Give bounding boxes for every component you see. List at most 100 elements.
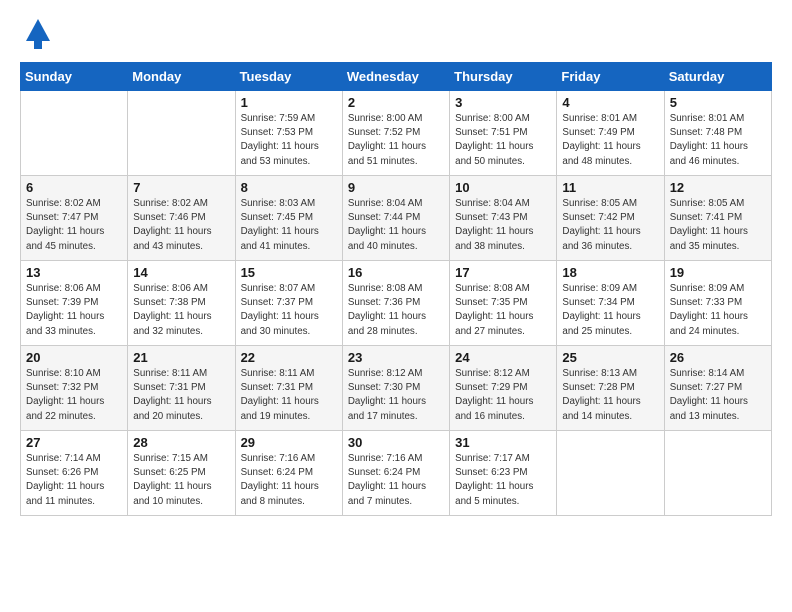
day-info: Sunrise: 8:09 AMSunset: 7:34 PMDaylight:… bbox=[562, 282, 658, 339]
day-number: 8 bbox=[241, 180, 337, 195]
page: SundayMondayTuesdayWednesdayThursdayFrid… bbox=[0, 0, 792, 526]
calendar-cell: 27Sunrise: 7:14 AMSunset: 6:26 PMDayligh… bbox=[21, 431, 128, 516]
calendar-cell: 20 Sunrise: 8:10 AMSunset: 7:32 PMDayligh… bbox=[21, 346, 128, 431]
day-info: Sunrise: 8:00 AMSunset: 7:52 PMDaylight:… bbox=[348, 112, 444, 169]
day-info: Sunrise: 8:01 AMSunset: 7:48 PMDaylight:… bbox=[670, 112, 766, 169]
calendar-cell: 8 Sunrise: 8:03 AMSunset: 7:45 PMDaylight… bbox=[235, 176, 342, 261]
logo bbox=[20, 16, 58, 52]
day-info: Sunrise: 8:08 AMSunset: 7:36 PMDaylight:… bbox=[348, 282, 444, 339]
day-info: Sunrise: 8:02 AMSunset: 7:47 PMDaylight:… bbox=[26, 197, 122, 254]
calendar-cell: 6Sunrise: 8:02 AMSunset: 7:47 PMDaylight… bbox=[21, 176, 128, 261]
day-number: 5 bbox=[670, 95, 766, 110]
weekday-header-wednesday: Wednesday bbox=[342, 63, 449, 91]
calendar-table: SundayMondayTuesdayWednesdayThursdayFrid… bbox=[20, 62, 772, 516]
calendar-cell bbox=[128, 91, 235, 176]
calendar-cell: 12Sunrise: 8:05 AMSunset: 7:41 PMDayligh… bbox=[664, 176, 771, 261]
calendar-cell bbox=[21, 91, 128, 176]
day-number: 2 bbox=[348, 95, 444, 110]
calendar-cell: 1 Sunrise: 7:59 AMSunset: 7:53 PMDaylight… bbox=[235, 91, 342, 176]
calendar-cell: 18 Sunrise: 8:09 AMSunset: 7:34 PMDayligh… bbox=[557, 261, 664, 346]
day-number: 7 bbox=[133, 180, 229, 195]
calendar-cell: 11Sunrise: 8:05 AMSunset: 7:42 PMDayligh… bbox=[557, 176, 664, 261]
calendar-week-2: 13Sunrise: 8:06 AMSunset: 7:39 PMDayligh… bbox=[21, 261, 772, 346]
calendar-cell: 13Sunrise: 8:06 AMSunset: 7:39 PMDayligh… bbox=[21, 261, 128, 346]
day-number: 16 bbox=[348, 265, 444, 280]
calendar-cell: 9 Sunrise: 8:04 AMSunset: 7:44 PMDaylight… bbox=[342, 176, 449, 261]
weekday-header-monday: Monday bbox=[128, 63, 235, 91]
day-number: 23 bbox=[348, 350, 444, 365]
day-info: Sunrise: 8:14 AMSunset: 7:27 PMDaylight:… bbox=[670, 367, 766, 424]
day-number: 21 bbox=[133, 350, 229, 365]
calendar-cell: 10Sunrise: 8:04 AMSunset: 7:43 PMDayligh… bbox=[450, 176, 557, 261]
day-info: Sunrise: 8:12 AMSunset: 7:29 PMDaylight:… bbox=[455, 367, 551, 424]
day-number: 4 bbox=[562, 95, 658, 110]
day-info: Sunrise: 8:03 AMSunset: 7:45 PMDaylight:… bbox=[241, 197, 337, 254]
day-number: 31 bbox=[455, 435, 551, 450]
day-number: 19 bbox=[670, 265, 766, 280]
day-number: 30 bbox=[348, 435, 444, 450]
day-info: Sunrise: 7:59 AMSunset: 7:53 PMDaylight:… bbox=[241, 112, 337, 169]
day-info: Sunrise: 8:11 AMSunset: 7:31 PMDaylight:… bbox=[241, 367, 337, 424]
calendar-cell: 26Sunrise: 8:14 AMSunset: 7:27 PMDayligh… bbox=[664, 346, 771, 431]
calendar-cell: 7 Sunrise: 8:02 AMSunset: 7:46 PMDaylight… bbox=[128, 176, 235, 261]
day-number: 14 bbox=[133, 265, 229, 280]
day-info: Sunrise: 8:08 AMSunset: 7:35 PMDaylight:… bbox=[455, 282, 551, 339]
day-number: 24 bbox=[455, 350, 551, 365]
day-info: Sunrise: 7:15 AMSunset: 6:25 PMDaylight:… bbox=[133, 452, 229, 509]
day-info: Sunrise: 8:06 AMSunset: 7:39 PMDaylight:… bbox=[26, 282, 122, 339]
calendar-cell: 30 Sunrise: 7:16 AMSunset: 6:24 PMDayligh… bbox=[342, 431, 449, 516]
day-number: 1 bbox=[241, 95, 337, 110]
day-info: Sunrise: 7:14 AMSunset: 6:26 PMDaylight:… bbox=[26, 452, 122, 509]
day-number: 22 bbox=[241, 350, 337, 365]
day-number: 20 bbox=[26, 350, 122, 365]
weekday-header-tuesday: Tuesday bbox=[235, 63, 342, 91]
calendar-week-1: 6Sunrise: 8:02 AMSunset: 7:47 PMDaylight… bbox=[21, 176, 772, 261]
day-number: 29 bbox=[241, 435, 337, 450]
calendar-week-4: 27Sunrise: 7:14 AMSunset: 6:26 PMDayligh… bbox=[21, 431, 772, 516]
day-info: Sunrise: 8:12 AMSunset: 7:30 PMDaylight:… bbox=[348, 367, 444, 424]
day-number: 9 bbox=[348, 180, 444, 195]
day-info: Sunrise: 8:04 AMSunset: 7:43 PMDaylight:… bbox=[455, 197, 551, 254]
calendar-cell: 28 Sunrise: 7:15 AMSunset: 6:25 PMDayligh… bbox=[128, 431, 235, 516]
calendar-cell: 14Sunrise: 8:06 AMSunset: 7:38 PMDayligh… bbox=[128, 261, 235, 346]
day-number: 25 bbox=[562, 350, 658, 365]
weekday-header-saturday: Saturday bbox=[664, 63, 771, 91]
day-info: Sunrise: 8:01 AMSunset: 7:49 PMDaylight:… bbox=[562, 112, 658, 169]
weekday-header-friday: Friday bbox=[557, 63, 664, 91]
day-info: Sunrise: 8:10 AMSunset: 7:32 PMDaylight:… bbox=[26, 367, 122, 424]
weekday-header-thursday: Thursday bbox=[450, 63, 557, 91]
day-info: Sunrise: 7:16 AMSunset: 6:24 PMDaylight:… bbox=[348, 452, 444, 509]
calendar-cell bbox=[664, 431, 771, 516]
calendar-cell: 25 Sunrise: 8:13 AMSunset: 7:28 PMDayligh… bbox=[557, 346, 664, 431]
calendar-cell bbox=[557, 431, 664, 516]
logo-icon bbox=[20, 16, 56, 52]
day-info: Sunrise: 8:13 AMSunset: 7:28 PMDaylight:… bbox=[562, 367, 658, 424]
calendar-cell: 24 Sunrise: 8:12 AMSunset: 7:29 PMDayligh… bbox=[450, 346, 557, 431]
day-info: Sunrise: 8:04 AMSunset: 7:44 PMDaylight:… bbox=[348, 197, 444, 254]
calendar-cell: 19 Sunrise: 8:09 AMSunset: 7:33 PMDayligh… bbox=[664, 261, 771, 346]
calendar-cell: 29 Sunrise: 7:16 AMSunset: 6:24 PMDayligh… bbox=[235, 431, 342, 516]
day-info: Sunrise: 7:16 AMSunset: 6:24 PMDaylight:… bbox=[241, 452, 337, 509]
header bbox=[20, 16, 772, 52]
day-number: 17 bbox=[455, 265, 551, 280]
calendar-cell: 22 Sunrise: 8:11 AMSunset: 7:31 PMDayligh… bbox=[235, 346, 342, 431]
day-info: Sunrise: 8:02 AMSunset: 7:46 PMDaylight:… bbox=[133, 197, 229, 254]
calendar-cell: 2 Sunrise: 8:00 AMSunset: 7:52 PMDaylight… bbox=[342, 91, 449, 176]
calendar-week-0: 1 Sunrise: 7:59 AMSunset: 7:53 PMDaylight… bbox=[21, 91, 772, 176]
day-info: Sunrise: 8:09 AMSunset: 7:33 PMDaylight:… bbox=[670, 282, 766, 339]
calendar-cell: 5 Sunrise: 8:01 AMSunset: 7:48 PMDaylight… bbox=[664, 91, 771, 176]
day-number: 3 bbox=[455, 95, 551, 110]
weekday-header-row: SundayMondayTuesdayWednesdayThursdayFrid… bbox=[21, 63, 772, 91]
calendar-cell: 17 Sunrise: 8:08 AMSunset: 7:35 PMDayligh… bbox=[450, 261, 557, 346]
day-number: 18 bbox=[562, 265, 658, 280]
day-number: 28 bbox=[133, 435, 229, 450]
calendar-cell: 31 Sunrise: 7:17 AMSunset: 6:23 PMDayligh… bbox=[450, 431, 557, 516]
calendar-week-3: 20 Sunrise: 8:10 AMSunset: 7:32 PMDayligh… bbox=[21, 346, 772, 431]
calendar-cell: 4 Sunrise: 8:01 AMSunset: 7:49 PMDaylight… bbox=[557, 91, 664, 176]
calendar-cell: 16 Sunrise: 8:08 AMSunset: 7:36 PMDayligh… bbox=[342, 261, 449, 346]
calendar-cell: 21Sunrise: 8:11 AMSunset: 7:31 PMDayligh… bbox=[128, 346, 235, 431]
day-info: Sunrise: 8:05 AMSunset: 7:41 PMDaylight:… bbox=[670, 197, 766, 254]
calendar-cell: 23 Sunrise: 8:12 AMSunset: 7:30 PMDayligh… bbox=[342, 346, 449, 431]
calendar-cell: 3Sunrise: 8:00 AMSunset: 7:51 PMDaylight… bbox=[450, 91, 557, 176]
day-info: Sunrise: 7:17 AMSunset: 6:23 PMDaylight:… bbox=[455, 452, 551, 509]
